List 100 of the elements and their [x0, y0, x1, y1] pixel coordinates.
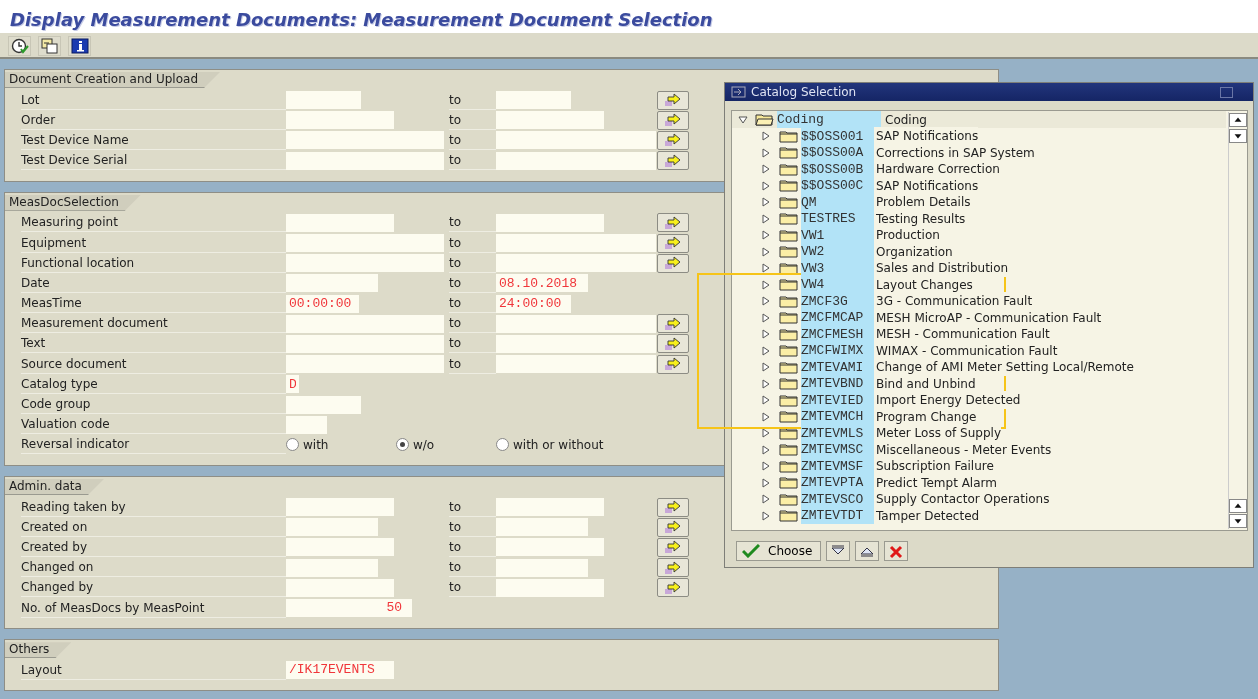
input-field[interactable] [286, 415, 327, 434]
scroll-up-button[interactable] [1229, 499, 1247, 513]
expand-icon[interactable] [761, 395, 771, 406]
expand-icon[interactable] [761, 428, 771, 439]
cancel-button[interactable] [884, 541, 909, 561]
input-field[interactable] [286, 518, 378, 537]
multiple-selection-button[interactable] [657, 558, 689, 578]
multiple-selection-button[interactable] [657, 110, 689, 130]
input-field[interactable] [286, 538, 394, 557]
scroll-up-button[interactable] [1229, 113, 1247, 127]
expand-icon[interactable] [761, 312, 771, 323]
tree-item[interactable]: ZMTEVMCH Program Change [732, 408, 1226, 425]
multiple-selection-button[interactable] [657, 537, 689, 557]
expand-all-button[interactable] [826, 541, 851, 561]
copy-button[interactable] [38, 36, 61, 56]
tree-item[interactable]: ZMCFWIMX WIMAX - Communication Fault [732, 342, 1226, 359]
expand-icon[interactable] [761, 131, 771, 142]
expand-icon[interactable] [761, 279, 771, 290]
input-field[interactable] [496, 131, 656, 150]
tree-item[interactable]: $$OSS00A Corrections in SAP System [732, 144, 1226, 161]
multiple-selection-button[interactable] [657, 90, 689, 110]
input-field[interactable] [496, 91, 571, 110]
expand-icon[interactable] [761, 147, 771, 158]
input-field[interactable] [496, 558, 588, 577]
multiple-selection-button[interactable] [657, 497, 689, 517]
tree-item[interactable]: ZMTEVTDT Tamper Detected [732, 507, 1226, 524]
input-field[interactable] [286, 274, 378, 293]
input-field[interactable] [286, 578, 394, 597]
expand-icon[interactable] [761, 345, 771, 356]
expand-icon[interactable] [761, 230, 771, 241]
tree-item[interactable]: ZMTEVBND Bind and Unbind [732, 375, 1226, 392]
tree-item[interactable]: ZMTEVAMI Change of AMI Meter Setting Local/Remote [732, 359, 1226, 376]
expand-icon[interactable] [761, 494, 771, 505]
input-field[interactable]: D [286, 375, 299, 394]
multiple-selection-button[interactable] [657, 314, 689, 334]
input-field[interactable] [286, 355, 444, 374]
input-field[interactable] [496, 213, 604, 232]
input-field[interactable] [286, 111, 394, 130]
expand-icon[interactable] [761, 213, 771, 224]
input-field[interactable]: 50 [286, 599, 412, 618]
tree-item[interactable]: $$OSS001 SAP Notifications [732, 128, 1226, 145]
input-field[interactable] [286, 334, 444, 353]
multiple-selection-button[interactable] [657, 517, 689, 537]
scroll-down-button[interactable] [1229, 129, 1247, 143]
input-field[interactable] [286, 395, 361, 414]
tree-item[interactable]: ZMCFMESH MESH - Communication Fault [732, 326, 1226, 343]
multiple-selection-button[interactable] [657, 253, 689, 273]
tree-item[interactable]: ZMCF3G 3G - Communication Fault [732, 293, 1226, 310]
tree-item[interactable]: ZMTEVMLS Meter Loss of Supply [732, 425, 1226, 442]
multiple-selection-button[interactable] [657, 334, 689, 354]
input-field[interactable] [496, 518, 588, 537]
expand-icon[interactable] [761, 477, 771, 488]
input-field[interactable] [286, 498, 394, 517]
input-field[interactable]: 00:00:00 [286, 294, 359, 313]
radio-button[interactable] [396, 438, 409, 452]
close-button[interactable] [1220, 86, 1233, 98]
input-field[interactable] [286, 254, 444, 273]
choose-button[interactable]: Choose [736, 541, 822, 561]
tree-item[interactable]: ZMTEVIED Import Energy Detected [732, 392, 1226, 409]
scroll-down-button[interactable] [1229, 514, 1247, 528]
multiple-selection-button[interactable] [657, 213, 689, 233]
input-field[interactable] [286, 558, 378, 577]
expand-icon[interactable] [761, 164, 771, 175]
input-field[interactable]: 08.10.2018 [496, 274, 588, 293]
input-field[interactable] [496, 498, 604, 517]
tree-item[interactable]: ZMCFMCAP MESH MicroAP - Communication Fault [732, 309, 1226, 326]
expand-icon[interactable] [761, 510, 771, 521]
radio-button[interactable] [286, 438, 299, 452]
input-field[interactable] [286, 234, 444, 253]
multiple-selection-button[interactable] [657, 354, 689, 374]
tree-item[interactable]: ZMTEVMSF Subscription Failure [732, 458, 1226, 475]
tree-item[interactable]: TESTRES Testing Results [732, 210, 1226, 227]
tree-item[interactable]: $$OSS00B Hardware Correction [732, 161, 1226, 178]
expand-icon[interactable] [761, 263, 771, 274]
expand-icon[interactable] [761, 461, 771, 472]
input-field[interactable] [496, 111, 604, 130]
input-field[interactable] [496, 314, 656, 333]
expand-icon[interactable] [761, 296, 771, 307]
collapse-all-button[interactable] [855, 541, 880, 561]
tree-item[interactable]: QM Problem Details [732, 194, 1226, 211]
tree-item[interactable]: VW1 Production [732, 227, 1226, 244]
multiple-selection-button[interactable] [657, 130, 689, 150]
input-field[interactable] [496, 334, 656, 353]
input-field[interactable] [496, 355, 656, 374]
tree-item[interactable]: ZMTEVMSC Miscellaneous - Meter Events [732, 441, 1226, 458]
tree-item[interactable]: ZMTEVSCO Supply Contactor Operations [732, 491, 1226, 508]
expand-icon[interactable] [761, 444, 771, 455]
expand-icon[interactable] [761, 362, 771, 373]
input-field[interactable] [286, 131, 444, 150]
input-field[interactable] [286, 151, 444, 170]
multiple-selection-button[interactable] [657, 233, 689, 253]
radio-button[interactable] [496, 438, 509, 452]
tree-item[interactable]: VW4 Layout Changes [732, 276, 1226, 293]
input-field[interactable] [286, 91, 361, 110]
input-field[interactable]: /IK17EVENTS [286, 661, 394, 680]
input-field[interactable] [496, 254, 656, 273]
multiple-selection-button[interactable] [657, 578, 689, 598]
multiple-selection-button[interactable] [657, 151, 689, 171]
input-field[interactable] [496, 234, 656, 253]
expand-icon[interactable] [761, 246, 771, 257]
